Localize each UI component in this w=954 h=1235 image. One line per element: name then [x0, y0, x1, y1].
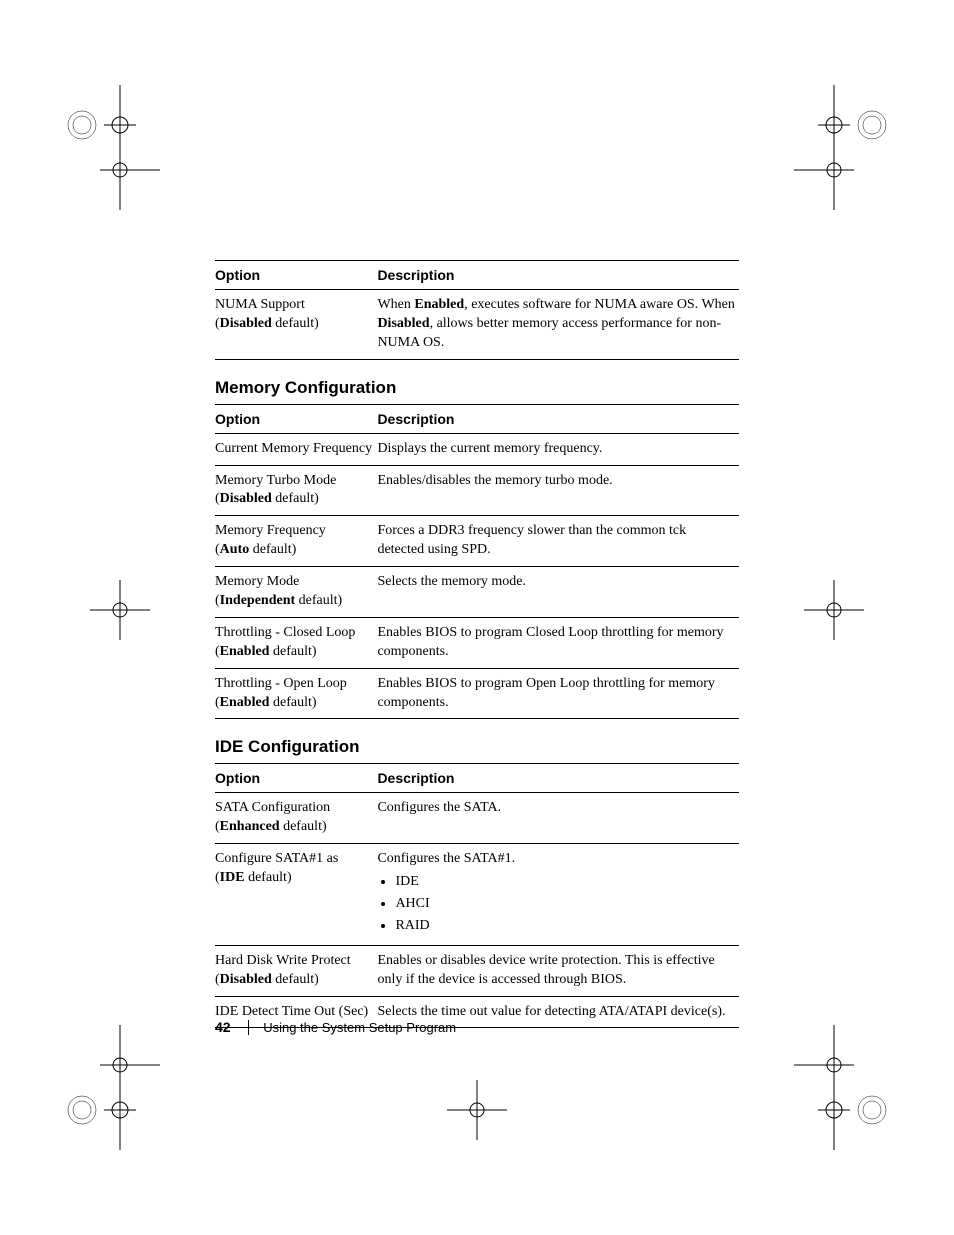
- option-name: Throttling - Closed Loop: [215, 625, 355, 640]
- description-cell: Displays the current memory frequency.: [377, 433, 739, 465]
- page-content: Option Description NUMA Support (Disable…: [0, 0, 954, 1028]
- crop-mark-icon: [794, 1025, 854, 1085]
- description-cell: Selects the memory mode.: [377, 567, 739, 618]
- col-header-description: Description: [377, 764, 739, 793]
- list-item: IDE: [395, 873, 735, 892]
- description-cell: Enables BIOS to program Open Loop thrott…: [377, 668, 739, 719]
- description-cell: Enables/disables the memory turbo mode.: [377, 465, 739, 516]
- option-name: NUMA Support: [215, 297, 305, 312]
- description-text: Configures the SATA#1.: [377, 851, 515, 866]
- option-cell: Memory Frequency(Auto default): [215, 516, 377, 567]
- option-cell: Memory Turbo Mode(Disabled default): [215, 465, 377, 516]
- option-cell: Hard Disk Write Protect(Disabled default…: [215, 945, 377, 996]
- description-cell: Enables BIOS to program Closed Loop thro…: [377, 617, 739, 668]
- col-header-description: Description: [377, 261, 739, 290]
- list-item: RAID: [395, 917, 735, 936]
- option-default: Auto: [220, 542, 250, 557]
- page-number: 42: [215, 1019, 231, 1035]
- registration-mark-icon: [794, 1050, 894, 1150]
- option-cell: Throttling - Open Loop(Enabled default): [215, 668, 377, 719]
- description-text: Configures the SATA.: [377, 800, 501, 815]
- option-default: Enabled: [220, 695, 270, 710]
- description-cell: Enables or disables device write protect…: [377, 945, 739, 996]
- col-header-option: Option: [215, 261, 377, 290]
- option-default: Enhanced: [220, 819, 280, 834]
- option-cell: Configure SATA#1 as(IDE default): [215, 844, 377, 946]
- option-cell: Throttling - Closed Loop(Enabled default…: [215, 617, 377, 668]
- description-text: Enables/disables the memory turbo mode.: [377, 473, 612, 488]
- option-name: Throttling - Open Loop: [215, 676, 347, 691]
- option-name: Memory Turbo Mode: [215, 473, 336, 488]
- option-default: IDE: [220, 870, 245, 885]
- col-header-option: Option: [215, 764, 377, 793]
- table-row: Configure SATA#1 as(IDE default)Configur…: [215, 844, 739, 946]
- option-cell: SATA Configuration(Enhanced default): [215, 793, 377, 844]
- option-default: Disabled: [220, 316, 272, 331]
- description-text: Enables BIOS to program Closed Loop thro…: [377, 625, 723, 659]
- table-row: SATA Configuration(Enhanced default)Conf…: [215, 793, 739, 844]
- description-cell: Configures the SATA#1. IDE AHCI RAID: [377, 844, 739, 946]
- table-row: Memory Mode(Independent default)Selects …: [215, 567, 739, 618]
- crop-mark-icon: [100, 1025, 160, 1085]
- table-row: Current Memory Frequency Displays the cur…: [215, 433, 739, 465]
- heading-ide-configuration: IDE Configuration: [215, 737, 739, 757]
- option-name: Hard Disk Write Protect: [215, 953, 351, 968]
- description-text: Selects the memory mode.: [377, 574, 526, 589]
- description-cell: Forces a DDR3 frequency slower than the …: [377, 516, 739, 567]
- option-cell: Current Memory Frequency: [215, 433, 377, 465]
- option-name: IDE Detect Time Out (Sec): [215, 1004, 368, 1019]
- description-text: Enables or disables device write protect…: [377, 953, 714, 987]
- option-default: Disabled: [220, 491, 272, 506]
- option-cell: NUMA Support (Disabled default): [215, 290, 377, 360]
- description-cell: Configures the SATA.: [377, 793, 739, 844]
- description-text: Forces a DDR3 frequency slower than the …: [377, 523, 686, 557]
- option-default: Independent: [220, 593, 295, 608]
- table-row: Memory Frequency(Auto default)Forces a D…: [215, 516, 739, 567]
- option-default: Enabled: [220, 644, 270, 659]
- description-text: Enables BIOS to program Open Loop thrott…: [377, 676, 715, 710]
- option-list: IDE AHCI RAID: [377, 873, 735, 936]
- option-name: Current Memory Frequency: [215, 441, 372, 456]
- table-row: Hard Disk Write Protect(Disabled default…: [215, 945, 739, 996]
- option-name: Memory Mode: [215, 574, 299, 589]
- description-text: Selects the time out value for detecting…: [377, 1004, 725, 1019]
- registration-mark-icon: [60, 1050, 160, 1150]
- col-header-option: Option: [215, 404, 377, 433]
- table-row: Memory Turbo Mode(Disabled default)Enabl…: [215, 465, 739, 516]
- option-cell: Memory Mode(Independent default): [215, 567, 377, 618]
- option-default: Disabled: [220, 972, 272, 987]
- heading-memory-configuration: Memory Configuration: [215, 378, 739, 398]
- col-header-description: Description: [377, 404, 739, 433]
- description-text: Displays the current memory frequency.: [377, 441, 602, 456]
- table-ide: Option Description SATA Configuration(En…: [215, 763, 739, 1028]
- option-name: SATA Configuration: [215, 800, 330, 815]
- list-item: AHCI: [395, 895, 735, 914]
- table-row: Throttling - Open Loop(Enabled default)E…: [215, 668, 739, 719]
- option-name: Memory Frequency: [215, 523, 326, 538]
- option-name: Configure SATA#1 as: [215, 851, 338, 866]
- description-cell: When Enabled, executes software for NUMA…: [377, 290, 739, 360]
- footer-section-title: Using the System Setup Program: [248, 1020, 456, 1035]
- table-top: Option Description NUMA Support (Disable…: [215, 260, 739, 360]
- table-memory: Option Description Current Memory Freque…: [215, 404, 739, 720]
- crop-mark-icon: [447, 1080, 507, 1140]
- table-row: NUMA Support (Disabled default) When Ena…: [215, 290, 739, 360]
- page-footer: 42 Using the System Setup Program: [215, 1019, 470, 1035]
- table-row: Throttling - Closed Loop(Enabled default…: [215, 617, 739, 668]
